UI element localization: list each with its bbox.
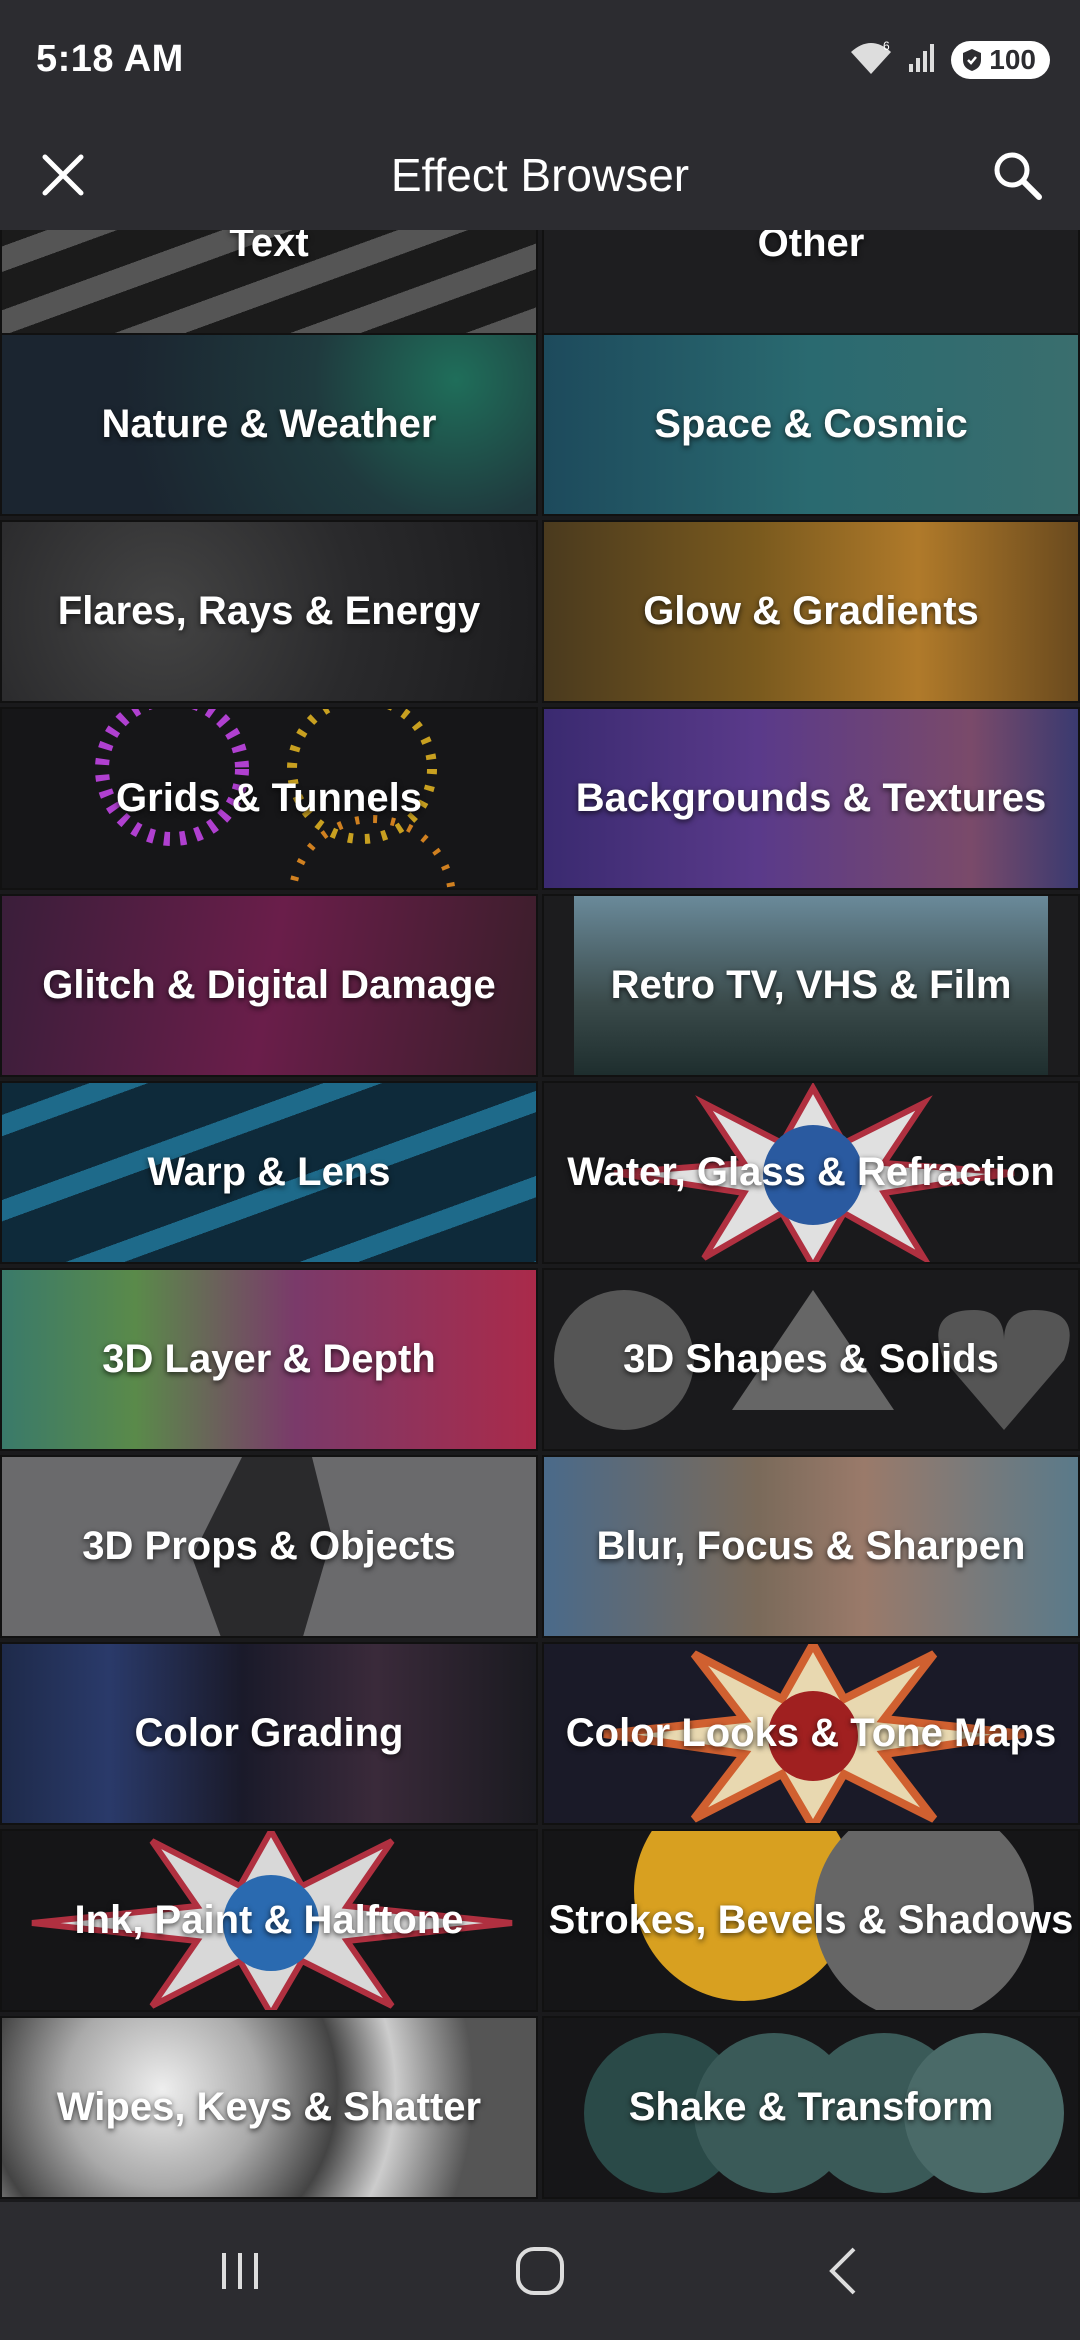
tile-label: Glow & Gradients xyxy=(643,589,979,633)
home-icon xyxy=(516,2247,564,2295)
tile-label: Backgrounds & Textures xyxy=(575,776,1047,820)
tile-label: Color Grading xyxy=(134,1711,404,1755)
battery-level: 100 xyxy=(989,44,1036,75)
category-tile-grids-tunnels[interactable]: Grids & Tunnels xyxy=(0,707,538,890)
tile-label: Water, Glass & Refraction xyxy=(567,1150,1055,1194)
status-icons: 6 100 xyxy=(849,36,1050,84)
category-tile-glitch-digital-damage[interactable]: Glitch & Digital Damage xyxy=(0,894,538,1077)
category-tile-3d-layer-depth[interactable]: 3D Layer & Depth xyxy=(0,1268,538,1451)
category-tile-water-glass-refraction[interactable]: Water, Glass & Refraction xyxy=(542,1081,1080,1264)
tile-label: Strokes, Bevels & Shadows xyxy=(548,1898,1074,1942)
category-tile-flares-rays-energy[interactable]: Flares, Rays & Energy xyxy=(0,520,538,703)
tile-label: 3D Shapes & Solids xyxy=(623,1337,999,1381)
tile-label: Other xyxy=(757,230,865,265)
category-tile-space-cosmic[interactable]: Space & Cosmic xyxy=(542,333,1080,516)
tile-label: Space & Cosmic xyxy=(654,402,968,446)
status-time: 5:18 AM xyxy=(36,38,184,80)
system-nav-bar xyxy=(0,2202,1080,2340)
category-tile-retro-tv-vhs-film[interactable]: Retro TV, VHS & Film xyxy=(542,894,1080,1077)
battery-indicator: 100 xyxy=(951,41,1050,79)
category-tile-ink-paint-halftone[interactable]: Ink, Paint & Halftone xyxy=(0,1829,538,2012)
tile-label: Shake & Transform xyxy=(628,2085,994,2129)
status-bar: 5:18 AM 6 100 xyxy=(0,0,1080,120)
tile-label: Nature & Weather xyxy=(101,402,437,446)
wifi-icon: 6 xyxy=(849,39,893,81)
category-tile-color-grading[interactable]: Color Grading xyxy=(0,1642,538,1825)
back-icon xyxy=(829,2247,856,2295)
category-tile-other[interactable]: Other xyxy=(542,230,1080,335)
tile-label: 3D Props & Objects xyxy=(82,1524,456,1568)
category-tile-shake-transform[interactable]: Shake & Transform xyxy=(542,2016,1080,2199)
category-tile-strokes-bevels-shadows[interactable]: Strokes, Bevels & Shadows xyxy=(542,1829,1080,2012)
back-button[interactable] xyxy=(804,2240,884,2302)
tile-label: Warp & Lens xyxy=(147,1150,391,1194)
category-tile-3d-shapes-solids[interactable]: 3D Shapes & Solids xyxy=(542,1268,1080,1451)
category-tile-warp-lens[interactable]: Warp & Lens xyxy=(0,1081,538,1264)
tile-label: Glitch & Digital Damage xyxy=(42,963,496,1007)
recents-icon xyxy=(222,2253,258,2289)
search-icon xyxy=(994,152,1042,200)
page-title: Effect Browser xyxy=(390,149,690,201)
category-tile-wipes-keys-shatter[interactable]: Wipes, Keys & Shatter xyxy=(0,2016,538,2199)
category-tile-3d-props-objects[interactable]: 3D Props & Objects xyxy=(0,1455,538,1638)
category-tile-glow-gradients[interactable]: Glow & Gradients xyxy=(542,520,1080,703)
category-tile-backgrounds-textures[interactable]: Backgrounds & Textures xyxy=(542,707,1080,890)
effect-category-grid: Text Other Nature & Weather Space & Cosm… xyxy=(0,230,1080,2202)
signal-icon xyxy=(907,42,937,79)
category-tile-text[interactable]: Text xyxy=(0,230,538,335)
category-tile-nature-weather[interactable]: Nature & Weather xyxy=(0,333,538,516)
tile-label: Wipes, Keys & Shatter xyxy=(56,2085,482,2129)
home-button[interactable] xyxy=(500,2240,580,2302)
tile-label: Blur, Focus & Sharpen xyxy=(596,1524,1026,1568)
recents-button[interactable] xyxy=(200,2240,280,2302)
category-tile-blur-focus-sharpen[interactable]: Blur, Focus & Sharpen xyxy=(542,1455,1080,1638)
svg-text:6: 6 xyxy=(883,40,890,53)
tile-label: Retro TV, VHS & Film xyxy=(610,963,1012,1007)
tile-label: 3D Layer & Depth xyxy=(102,1337,436,1381)
category-tile-color-looks-tone-maps[interactable]: Color Looks & Tone Maps xyxy=(542,1642,1080,1825)
app-bar: Effect Browser xyxy=(0,120,1080,230)
tile-label: Grids & Tunnels xyxy=(116,776,422,820)
search-button[interactable] xyxy=(984,142,1050,208)
tile-label: Flares, Rays & Energy xyxy=(57,589,481,633)
tile-label: Text xyxy=(229,230,309,265)
shield-icon xyxy=(963,49,982,71)
tile-label: Ink, Paint & Halftone xyxy=(74,1898,464,1942)
tile-label: Color Looks & Tone Maps xyxy=(565,1711,1057,1755)
